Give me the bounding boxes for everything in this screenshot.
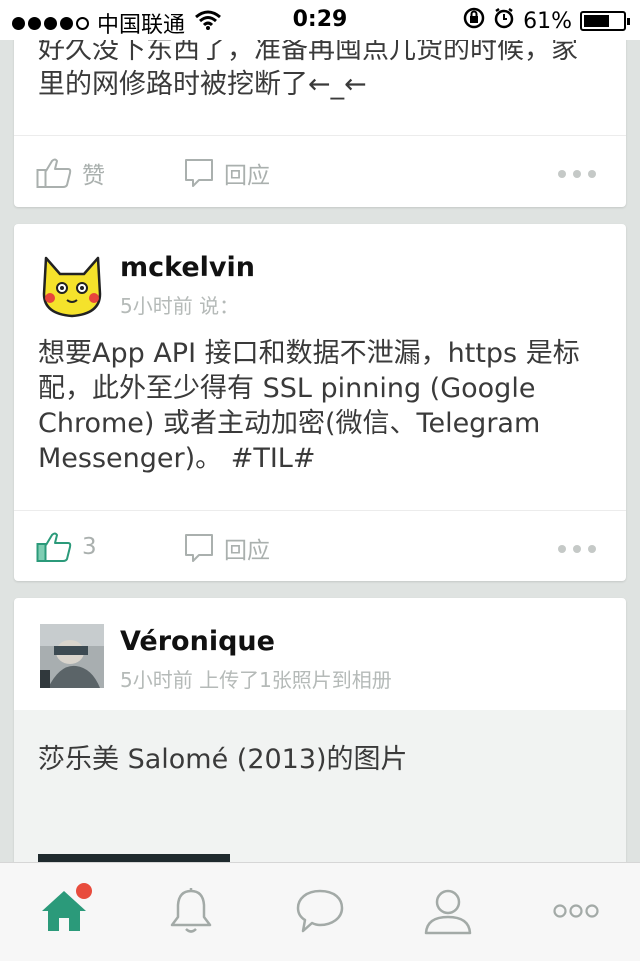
post-actions: 3 回应 (14, 510, 626, 583)
thumbs-up-icon (36, 157, 72, 189)
status-right: 61% (463, 7, 630, 35)
thumbs-up-icon (36, 531, 72, 563)
like-button[interactable]: 赞 (36, 156, 105, 190)
avatar[interactable] (40, 254, 104, 318)
feed-card-3: Véronique 5小时前 上传了1张照片到相册 莎乐美 Salomé (20… (14, 598, 626, 898)
reply-button[interactable]: 回应 (184, 531, 270, 565)
reply-button[interactable]: 回应 (184, 156, 270, 190)
chat-bubble-icon (295, 887, 345, 939)
battery-icon (580, 11, 630, 31)
photo-caption: 莎乐美 Salomé (2013)的图片 (38, 744, 408, 775)
post-meta: 5小时前 上传了1张照片到相册 (120, 668, 392, 692)
post-meta: 5小时前 说： (120, 294, 240, 318)
comment-icon (184, 533, 214, 563)
like-label: 赞 (82, 163, 105, 189)
alarm-icon (493, 7, 515, 35)
more-icon (552, 903, 600, 923)
tab-messages[interactable] (290, 885, 350, 941)
username[interactable]: mckelvin (120, 252, 255, 283)
post-actions: 赞 回应 (14, 135, 626, 208)
status-bar: 中国联通 0:29 61% (0, 0, 640, 40)
reply-label: 回应 (224, 163, 270, 189)
more-options-icon[interactable] (558, 545, 596, 553)
post-text: 好久没下东西了，准备再囤点儿货的时候，家里的网修路时被挖断了←_← (38, 34, 578, 100)
notification-dot (76, 883, 92, 899)
comment-icon (184, 158, 214, 188)
post-text: 想要App API 接口和数据不泄漏，https 是标配，此外至少得有 SSL … (38, 338, 580, 474)
username[interactable]: Véronique (120, 626, 275, 657)
reply-label: 回应 (224, 538, 270, 564)
like-button[interactable]: 3 (36, 531, 97, 563)
tab-notifications[interactable] (161, 885, 221, 941)
tab-profile[interactable] (418, 885, 478, 941)
avatar[interactable] (40, 624, 104, 688)
like-count: 3 (82, 534, 97, 560)
tab-home[interactable] (34, 883, 94, 941)
profile-icon (423, 887, 473, 939)
tab-bar (0, 862, 640, 961)
more-options-icon[interactable] (558, 170, 596, 178)
bell-icon (169, 887, 213, 939)
battery-percent: 61% (523, 8, 572, 34)
tab-more[interactable] (546, 885, 606, 941)
rotation-lock-icon (463, 7, 485, 35)
feed-card-2: mckelvin 5小时前 说： 想要App API 接口和数据不泄漏，http… (14, 224, 626, 581)
